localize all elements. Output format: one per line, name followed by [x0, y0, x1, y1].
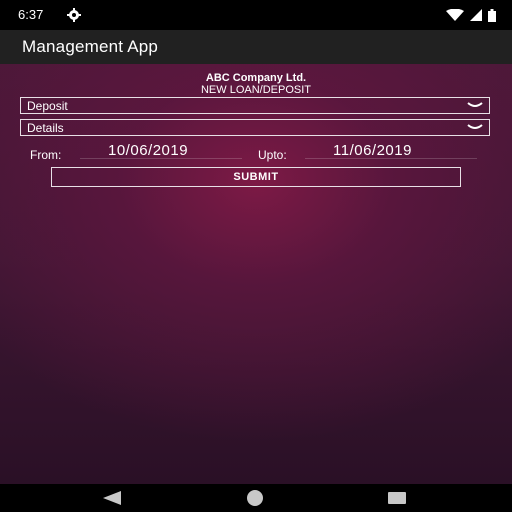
- battery-icon: [488, 8, 496, 22]
- from-date-field[interactable]: 10/06/2019: [108, 142, 188, 159]
- upto-label: Upto:: [258, 148, 287, 162]
- app-title: Management App: [22, 37, 159, 56]
- view-select[interactable]: Details: [20, 119, 490, 136]
- upto-date-field[interactable]: 11/06/2019: [333, 142, 412, 159]
- status-time: 6:37: [18, 7, 44, 22]
- type-select-value: Deposit: [27, 99, 68, 113]
- from-date-underline: [80, 158, 242, 159]
- home-icon[interactable]: [247, 490, 263, 506]
- form-content: ABC Company Ltd. NEW LOAN/DEPOSIT Deposi…: [0, 64, 512, 484]
- screen: 6:37 Management App ABC Company Ltd. NEW…: [0, 0, 512, 512]
- form-subtitle: NEW LOAN/DEPOSIT: [200, 84, 312, 96]
- submit-button[interactable]: SUBMIT: [51, 167, 461, 187]
- signal-icon: [470, 9, 482, 21]
- status-icons: [446, 8, 496, 22]
- upto-date-underline: [305, 158, 477, 159]
- back-icon[interactable]: [103, 491, 121, 505]
- view-select-value: Details: [27, 121, 64, 135]
- status-bar: 6:37: [0, 0, 512, 30]
- type-select[interactable]: Deposit: [20, 97, 490, 114]
- wifi-icon: [446, 9, 464, 21]
- app-bar: Management App: [0, 30, 512, 64]
- gear-icon: [67, 8, 81, 22]
- recents-icon[interactable]: [388, 492, 406, 504]
- from-label: From:: [30, 148, 62, 162]
- company-name: ABC Company Ltd.: [205, 72, 307, 84]
- chevron-down-icon: [467, 102, 483, 107]
- date-range-row: From: 10/06/2019 Upto: 11/06/2019: [0, 142, 512, 164]
- chevron-down-icon: [467, 124, 483, 129]
- nav-bar: [0, 484, 512, 512]
